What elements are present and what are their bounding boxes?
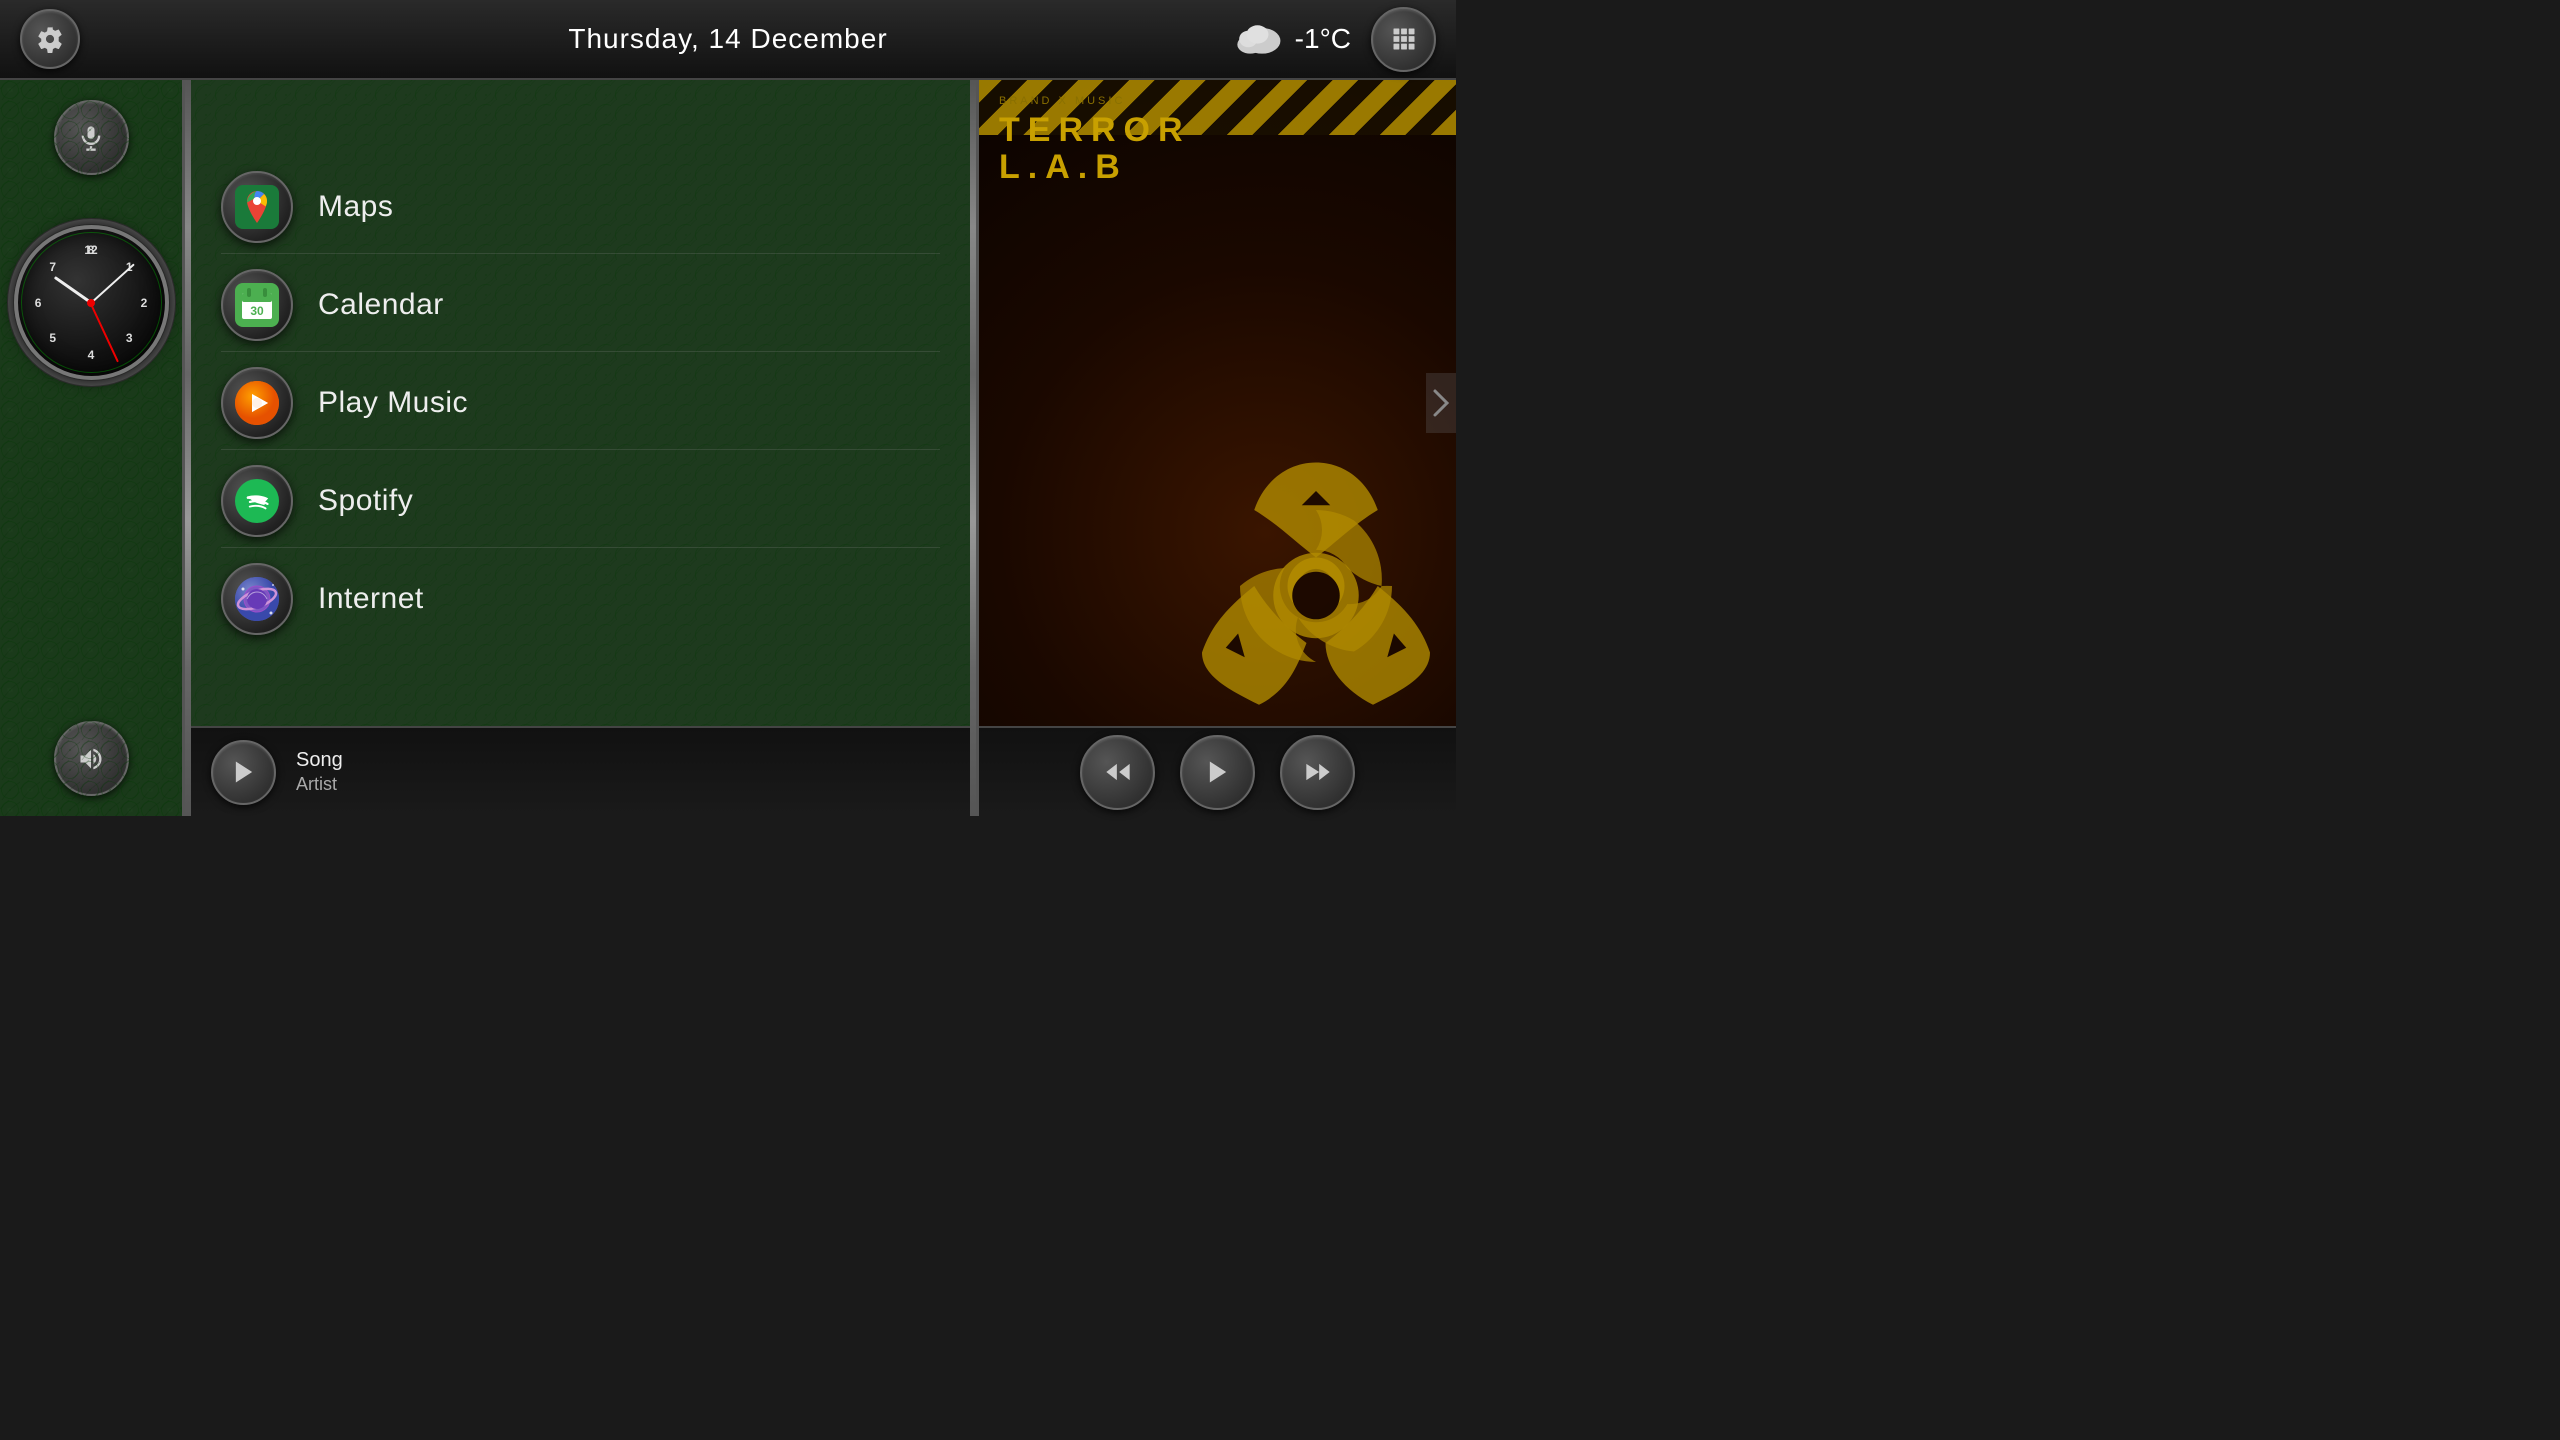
clock-num-2: 2 xyxy=(141,296,148,310)
clock-num-8: 8 xyxy=(88,243,95,257)
rewind-button[interactable] xyxy=(1080,735,1155,810)
right-chrome-divider xyxy=(970,80,976,816)
biohazard-svg xyxy=(1126,396,1456,726)
internet-icon xyxy=(235,577,279,621)
clock-num-7: 7 xyxy=(49,260,56,274)
internet-app-item[interactable]: Internet xyxy=(221,553,940,645)
mini-play-icon xyxy=(230,758,258,786)
clock-num-4: 4 xyxy=(88,348,95,362)
internet-label: Internet xyxy=(318,582,424,616)
song-title: Song xyxy=(296,749,343,772)
gear-icon xyxy=(36,25,64,53)
spotify-icon-container xyxy=(221,465,293,537)
grid-menu-button[interactable] xyxy=(1371,7,1436,72)
clock-num-5: 5 xyxy=(49,331,56,345)
spotify-icon xyxy=(235,479,279,523)
play-icon xyxy=(1204,758,1232,786)
playmusic-label: Play Music xyxy=(318,386,468,420)
content-area: 12 1 2 3 4 5 6 7 8 xyxy=(0,80,1456,816)
header-left xyxy=(20,9,80,69)
grid-icon xyxy=(1390,25,1418,53)
album-title-line1: TERROR xyxy=(999,111,1191,149)
calendar-icon: 30 xyxy=(235,283,279,327)
clock-center-dot xyxy=(87,299,95,307)
weather-cloud-icon xyxy=(1230,19,1285,59)
header-bar: Thursday, 14 December -1°C xyxy=(0,0,1456,80)
app-list: Maps 30 Calendar xyxy=(191,80,970,726)
playmusic-icon-container xyxy=(221,367,293,439)
calendar-app-item[interactable]: 30 Calendar xyxy=(221,259,940,352)
app-root: Thursday, 14 December -1°C xyxy=(0,0,1456,816)
spotify-label: Spotify xyxy=(318,484,413,518)
clock-hour-hand xyxy=(53,275,92,303)
rewind-icon xyxy=(1104,758,1132,786)
header-right: -1°C xyxy=(1230,7,1436,72)
artist-name: Artist xyxy=(296,774,343,795)
clock-num-6: 6 xyxy=(35,296,42,310)
temperature-display: -1°C xyxy=(1295,23,1351,55)
song-info: Song Artist xyxy=(296,749,343,795)
spotify-app-item[interactable]: Spotify xyxy=(221,455,940,548)
playmusic-app-icon xyxy=(235,381,279,425)
maps-icon-container xyxy=(221,171,293,243)
chevron-right-icon xyxy=(1431,383,1451,423)
center-area: Maps 30 Calendar xyxy=(191,80,970,816)
left-chrome-divider xyxy=(185,80,191,816)
album-info-text: BRAND X MUSIC TERROR L.A.B xyxy=(999,95,1191,187)
maps-app-item[interactable]: Maps xyxy=(221,161,940,254)
fastforward-button[interactable] xyxy=(1280,735,1355,810)
mini-play-button[interactable] xyxy=(211,740,276,805)
maps-label: Maps xyxy=(318,190,393,224)
header-center: Thursday, 14 December xyxy=(568,23,887,55)
maps-icon xyxy=(235,185,279,229)
fastforward-icon xyxy=(1304,758,1332,786)
album-art-area: BRAND X MUSIC TERROR L.A.B xyxy=(979,80,1456,726)
left-sidebar: 12 1 2 3 4 5 6 7 8 xyxy=(0,80,185,816)
play-pause-button[interactable] xyxy=(1180,735,1255,810)
internet-icon-container xyxy=(221,563,293,635)
bottom-music-bar-left: Song Artist xyxy=(191,726,970,816)
microphone-button[interactable] xyxy=(54,100,129,175)
clock-widget: 12 1 2 3 4 5 6 7 8 xyxy=(14,225,169,380)
date-display: Thursday, 14 December xyxy=(568,23,887,55)
calendar-icon-container: 30 xyxy=(221,269,293,341)
music-controls xyxy=(979,726,1456,816)
album-next-arrow[interactable] xyxy=(1426,373,1456,433)
microphone-icon xyxy=(77,124,105,152)
biohazard-symbol xyxy=(1126,396,1456,726)
right-panel: BRAND X MUSIC TERROR L.A.B xyxy=(976,80,1456,816)
settings-button[interactable] xyxy=(20,9,80,69)
calendar-label: Calendar xyxy=(318,288,444,322)
album-brand-label: BRAND X MUSIC xyxy=(999,95,1191,107)
biohazard-detail xyxy=(1202,463,1430,705)
playmusic-app-item[interactable]: Play Music xyxy=(221,357,940,450)
album-title: TERROR L.A.B xyxy=(999,112,1191,187)
clock-minute-hand xyxy=(90,263,134,303)
clock-face: 12 1 2 3 4 5 6 7 8 xyxy=(14,225,169,380)
clock-num-3: 3 xyxy=(126,331,133,345)
album-title-line2: L.A.B xyxy=(999,148,1128,186)
svg-text:30: 30 xyxy=(250,304,264,318)
volume-button[interactable] xyxy=(54,721,129,796)
weather-display: -1°C xyxy=(1230,19,1351,59)
volume-icon xyxy=(77,745,105,773)
